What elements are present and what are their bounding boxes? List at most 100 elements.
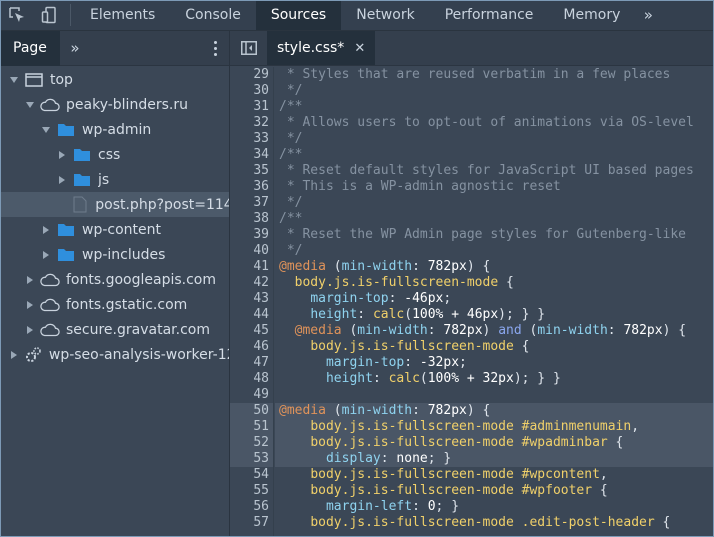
code-token: */ (279, 243, 303, 258)
tree-item[interactable]: wp-includes (0, 242, 229, 267)
code-token: 782px (443, 323, 483, 338)
code-line[interactable]: margin-top: -32px; (275, 355, 714, 371)
tab-network[interactable]: Network (341, 0, 429, 30)
tree-item[interactable]: fonts.googleapis.com (0, 267, 229, 292)
tab-page[interactable]: Page (0, 30, 60, 66)
line-number[interactable]: 45 (230, 323, 269, 339)
tree-item[interactable]: wp-admin (0, 117, 229, 142)
line-number[interactable]: 55 (230, 483, 269, 499)
line-number[interactable]: 31 (230, 99, 269, 115)
chevron-right-icon[interactable] (24, 274, 36, 286)
tree-item[interactable]: secure.gravatar.com (0, 317, 229, 342)
line-number[interactable]: 30 (230, 83, 269, 99)
code-line[interactable]: margin-top: -46px; (275, 291, 714, 307)
line-number[interactable]: 40 (230, 243, 269, 259)
line-number[interactable]: 54 (230, 467, 269, 483)
code-line[interactable]: /** (275, 147, 714, 163)
line-number[interactable]: 42 (230, 275, 269, 291)
line-number[interactable]: 53 (230, 451, 269, 467)
tab-elements[interactable]: Elements (75, 0, 170, 30)
chevron-down-icon[interactable] (8, 74, 20, 86)
code-line[interactable]: /** (275, 99, 714, 115)
code-line[interactable]: @media (min-width: 782px) and (min-width… (275, 323, 714, 339)
line-number[interactable]: 35 (230, 163, 269, 179)
code-token: : (412, 403, 428, 418)
chevron-right-icon[interactable] (56, 174, 68, 186)
code-line[interactable]: body.js.is-fullscreen-mode #wpcontent, (275, 467, 714, 483)
code-line[interactable]: @media (min-width: 782px) { (275, 259, 714, 275)
tree-item[interactable]: css (0, 142, 229, 167)
line-number[interactable]: 46 (230, 339, 269, 355)
code-line[interactable]: height: calc(100% + 32px); } } (275, 371, 714, 387)
line-number[interactable]: 41 (230, 259, 269, 275)
code-line[interactable]: */ (275, 83, 714, 99)
code-line[interactable]: * Allows users to opt-out of animations … (275, 115, 714, 131)
chevron-right-icon[interactable] (56, 149, 68, 161)
code-line[interactable]: body.js.is-fullscreen-mode #adminmenumai… (275, 419, 714, 435)
tree-item[interactable]: js (0, 167, 229, 192)
code-line[interactable]: body.js.is-fullscreen-mode #wpfooter { (275, 483, 714, 499)
line-number[interactable]: 34 (230, 147, 269, 163)
tree-item[interactable]: post.php?post=1148 (0, 192, 229, 217)
code-line[interactable]: * This is a WP-admin agnostic reset (275, 179, 714, 195)
tab-console[interactable]: Console (170, 0, 256, 30)
line-number[interactable]: 52 (230, 435, 269, 451)
code-line[interactable]: height: calc(100% + 46px); } } (275, 307, 714, 323)
chevron-right-icon[interactable] (40, 249, 52, 261)
code-line[interactable]: */ (275, 131, 714, 147)
chevron-right-icon[interactable] (24, 324, 36, 336)
chevron-down-icon[interactable] (40, 124, 52, 136)
line-number[interactable]: 37 (230, 195, 269, 211)
chevron-right-icon[interactable] (24, 299, 36, 311)
toggle-navigator-icon[interactable] (230, 31, 267, 65)
line-number[interactable]: 47 (230, 355, 269, 371)
code-line[interactable]: * Styles that are reused verbatim in a f… (275, 67, 714, 83)
code-line[interactable]: */ (275, 243, 714, 259)
tab-memory[interactable]: Memory (548, 0, 635, 30)
code-line[interactable]: @media (min-width: 782px) { (275, 403, 714, 419)
chevron-right-icon[interactable] (40, 224, 52, 236)
code-line[interactable]: margin-left: 0; } (275, 499, 714, 515)
more-navigator-tabs-icon[interactable]: » (60, 39, 90, 57)
code-line[interactable] (275, 387, 714, 403)
line-number[interactable]: 48 (230, 371, 269, 387)
code-line[interactable]: /** (275, 211, 714, 227)
chevron-right-icon[interactable] (8, 349, 20, 361)
code-line[interactable]: body.js.is-fullscreen-mode .edit-post-he… (275, 515, 714, 531)
tree-item[interactable]: wp-seo-analysis-worker-12 (0, 342, 229, 367)
file-tab-style-css[interactable]: style.css* ✕ (267, 31, 376, 65)
chevron-down-icon[interactable] (24, 99, 36, 111)
tab-performance[interactable]: Performance (430, 0, 549, 30)
tree-item[interactable]: peaky-blinders.ru (0, 92, 229, 117)
code-line[interactable]: body.js.is-fullscreen-mode { (275, 275, 714, 291)
line-number[interactable]: 49 (230, 387, 269, 403)
more-tabs-icon[interactable]: » (635, 0, 661, 30)
line-number[interactable]: 33 (230, 131, 269, 147)
tree-item[interactable]: wp-content (0, 217, 229, 242)
line-number[interactable]: 43 (230, 291, 269, 307)
code-line[interactable]: */ (275, 195, 714, 211)
line-number[interactable]: 32 (230, 115, 269, 131)
close-icon[interactable]: ✕ (354, 41, 365, 56)
device-toolbar-icon[interactable] (33, 0, 66, 30)
code-line[interactable]: body.js.is-fullscreen-mode #wpadminbar { (275, 435, 714, 451)
line-number[interactable]: 56 (230, 499, 269, 515)
tree-item[interactable]: top (0, 67, 229, 92)
line-number[interactable]: 51 (230, 419, 269, 435)
line-number[interactable]: 39 (230, 227, 269, 243)
line-number[interactable]: 50 (230, 403, 269, 419)
code-editor[interactable]: * Styles that are reused verbatim in a f… (275, 67, 714, 537)
line-number[interactable]: 36 (230, 179, 269, 195)
tab-sources[interactable]: Sources (255, 0, 342, 30)
code-line[interactable]: * Reset the WP Admin page styles for Gut… (275, 227, 714, 243)
line-number[interactable]: 57 (230, 515, 269, 531)
code-line[interactable]: body.js.is-fullscreen-mode { (275, 339, 714, 355)
line-number[interactable]: 44 (230, 307, 269, 323)
tree-item[interactable]: fonts.gstatic.com (0, 292, 229, 317)
code-line[interactable]: display: none; } (275, 451, 714, 467)
inspect-element-icon[interactable] (0, 0, 33, 30)
kebab-menu-icon[interactable] (201, 40, 229, 56)
line-number[interactable]: 38 (230, 211, 269, 227)
line-number[interactable]: 29 (230, 67, 269, 83)
code-line[interactable]: * Reset default styles for JavaScript UI… (275, 163, 714, 179)
